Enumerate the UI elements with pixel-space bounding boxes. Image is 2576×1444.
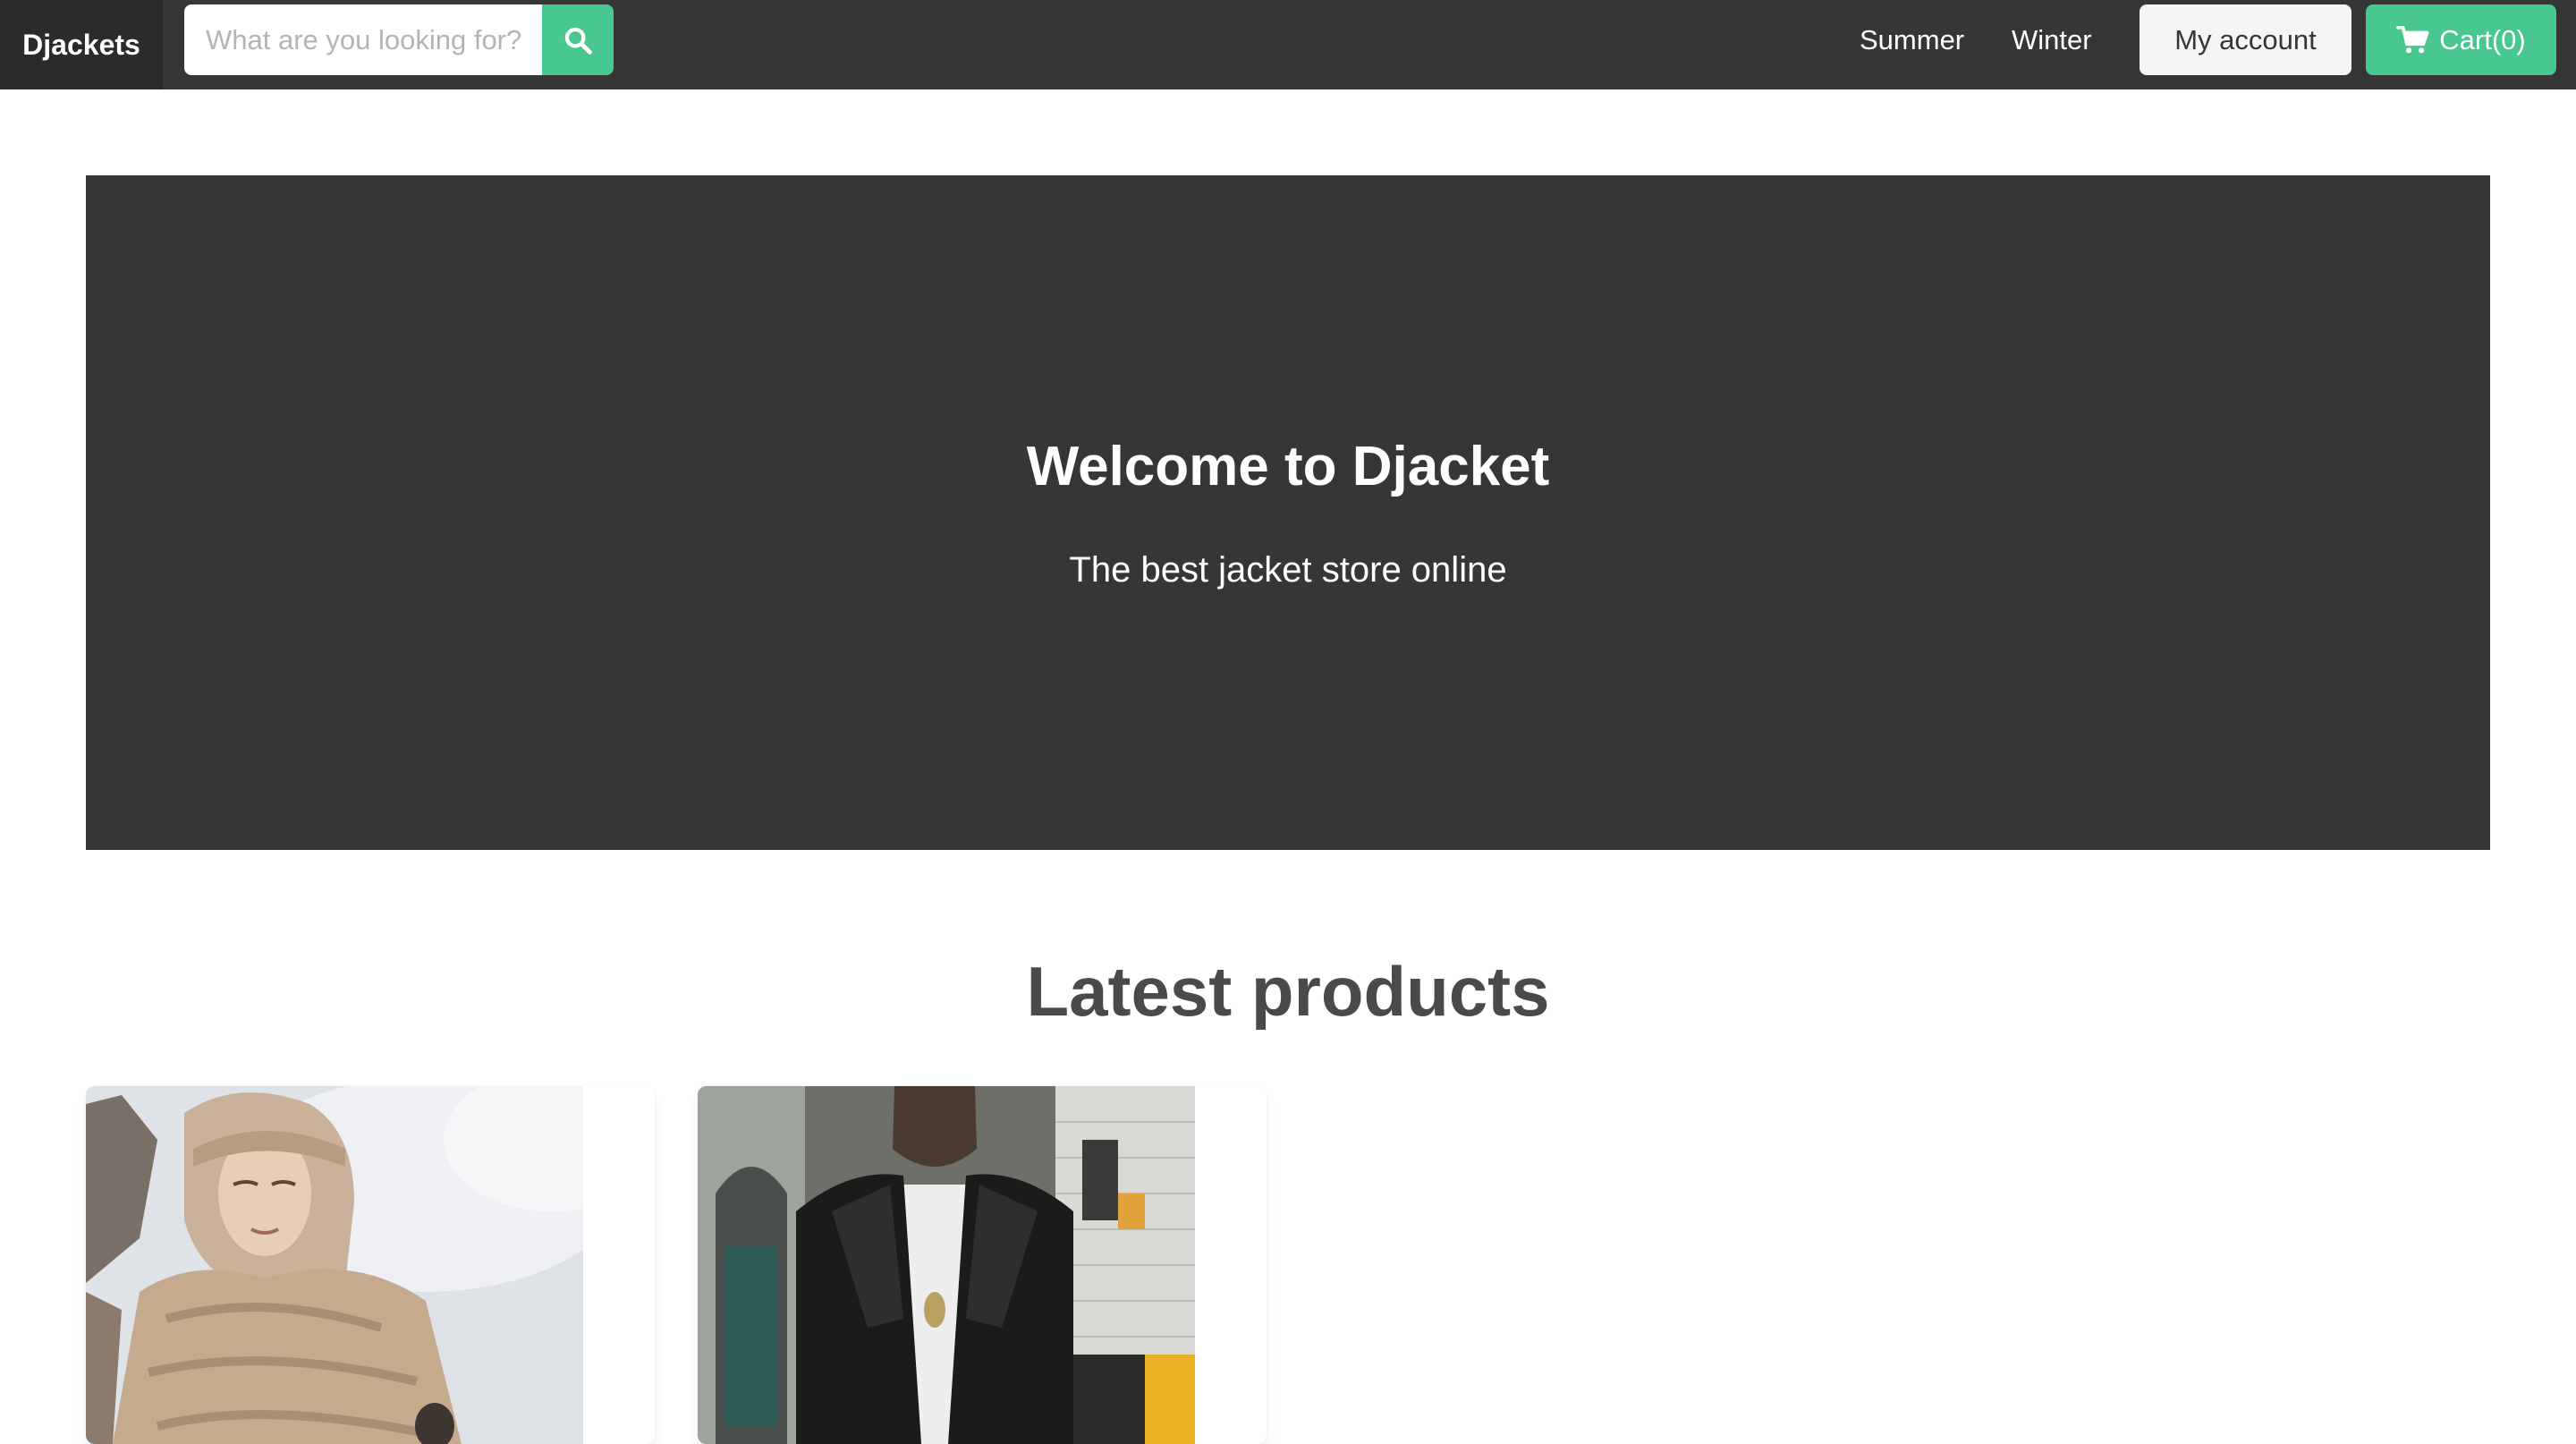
product-image-beige-puffer-jacket[interactable]	[86, 1086, 583, 1444]
nav-link-winter[interactable]: Winter	[2012, 0, 2092, 81]
nav-link-summer[interactable]: Summer	[1860, 0, 1964, 81]
hero-title: Welcome to Djacket	[1026, 436, 1550, 497]
product-image-black-leather-jacket[interactable]	[698, 1086, 1195, 1444]
search-icon	[564, 27, 592, 55]
latest-products-heading: Latest products	[1026, 952, 1550, 1031]
top-navbar: Djackets Summer Winter My account Cart(0…	[0, 0, 2576, 89]
brand-name: Djackets	[22, 28, 140, 61]
my-account-label: My account	[2174, 23, 2317, 55]
product-card[interactable]	[86, 1086, 655, 1444]
my-account-button[interactable]: My account	[2140, 4, 2351, 75]
cart-label: Cart(0)	[2439, 23, 2526, 55]
brand-logo-link[interactable]: Djackets	[0, 0, 163, 89]
hero-subtitle: The best jacket store online	[1069, 550, 1507, 590]
cart-button[interactable]: Cart(0)	[2366, 4, 2556, 75]
hero-banner	[86, 175, 2490, 850]
product-card[interactable]	[698, 1086, 1267, 1444]
search-button[interactable]	[542, 4, 614, 75]
search-input[interactable]	[184, 4, 544, 75]
shopping-cart-icon	[2396, 25, 2429, 53]
